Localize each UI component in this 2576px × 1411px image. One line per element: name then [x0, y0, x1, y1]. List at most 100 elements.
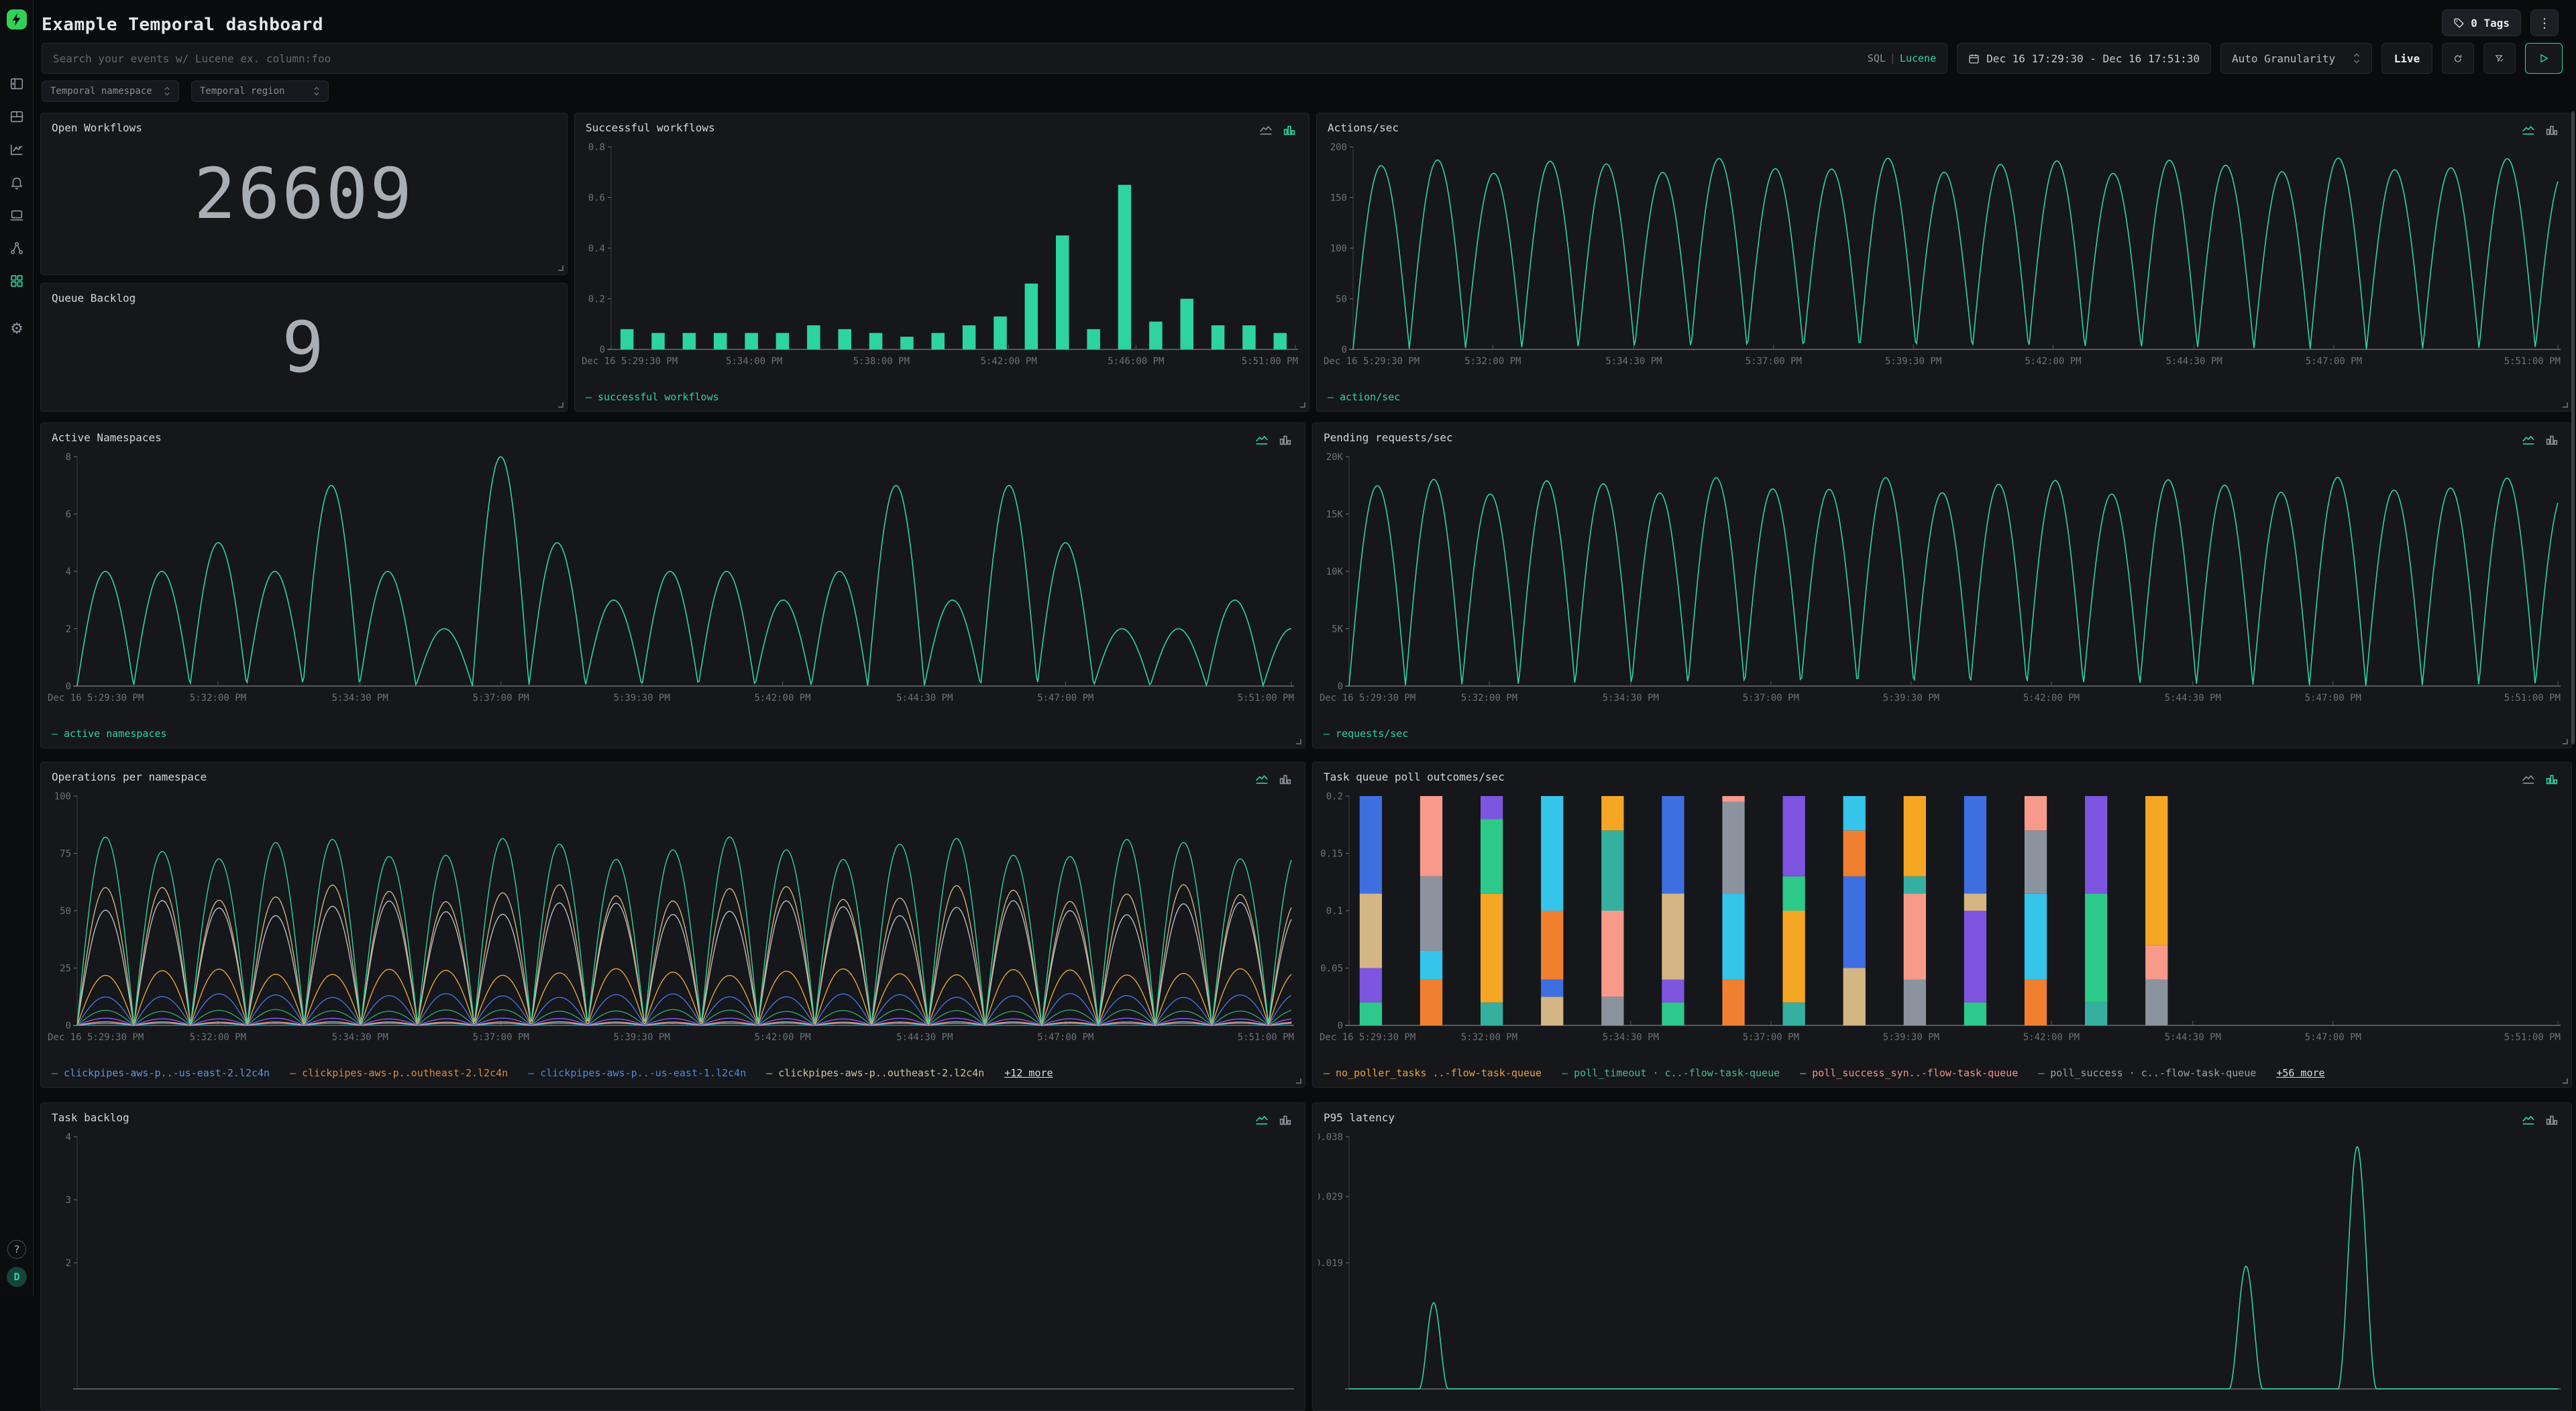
- svg-text:50: 50: [1336, 294, 1347, 305]
- resize-handle[interactable]: [1300, 402, 1305, 408]
- tags-button[interactable]: 0 Tags: [2442, 9, 2521, 36]
- bar-chart-icon[interactable]: [2544, 433, 2559, 447]
- resize-handle[interactable]: [2563, 739, 2568, 744]
- area-chart-icon[interactable]: [2521, 123, 2536, 137]
- legend-item[interactable]: —clickpipes-aws-p..outheast-2.l2c4n: [766, 1067, 984, 1079]
- area-chart-icon[interactable]: [2521, 772, 2536, 787]
- legend-item[interactable]: —clickpipes-aws-p..-us-east-1.l2c4n: [528, 1067, 746, 1079]
- more-options-button[interactable]: ⋮: [2530, 9, 2559, 36]
- svg-text:0: 0: [66, 1021, 71, 1031]
- legend-item[interactable]: —poll_timeout · c..-flow-task-queue: [1562, 1067, 1780, 1079]
- svg-text:4: 4: [66, 567, 71, 577]
- svg-text:0.15: 0.15: [1320, 849, 1343, 860]
- area-chart-icon[interactable]: [1254, 1113, 1269, 1127]
- resize-handle[interactable]: [558, 402, 564, 408]
- area-chart-icon[interactable]: [1254, 772, 1269, 787]
- svg-text:5:42:00 PM: 5:42:00 PM: [2025, 356, 2081, 367]
- date-range-picker[interactable]: Dec 16 17:29:30 - Dec 16 17:51:30: [1957, 43, 2211, 74]
- svg-text:5:37:00 PM: 5:37:00 PM: [1743, 693, 1799, 703]
- sidebar-item-data-table[interactable]: [8, 108, 25, 125]
- user-avatar[interactable]: D: [7, 1267, 27, 1287]
- granularity-select[interactable]: Auto Granularity: [2220, 43, 2372, 74]
- svg-text:5:47:00 PM: 5:47:00 PM: [2306, 356, 2362, 367]
- filter-temporal-namespace[interactable]: Temporal namespace: [42, 80, 179, 102]
- svg-text:5:32:00 PM: 5:32:00 PM: [1464, 356, 1521, 367]
- chart-type-toggle: [1254, 433, 1293, 447]
- panel-open-workflows: Open Workflows 26609: [40, 113, 568, 275]
- svg-text:Dec 16 5:29:30 PM: Dec 16 5:29:30 PM: [1320, 1032, 1415, 1043]
- resize-handle[interactable]: [1296, 1078, 1301, 1084]
- legend-item[interactable]: —poll_success · c..-flow-task-queue: [2038, 1067, 2256, 1079]
- sidebar-item-service-map[interactable]: [8, 239, 25, 257]
- legend-item[interactable]: —action/sec: [1328, 391, 1400, 403]
- svg-text:5:32:00 PM: 5:32:00 PM: [1461, 693, 1517, 703]
- sidebar-item-sessions[interactable]: [8, 207, 25, 224]
- app-logo[interactable]: [7, 9, 27, 30]
- collapse-panel-icon: [9, 76, 24, 91]
- bar-chart-icon[interactable]: [1278, 772, 1293, 787]
- svg-text:0: 0: [600, 345, 605, 355]
- panel-title: Pending requests/sec: [1324, 431, 1453, 444]
- area-chart-icon[interactable]: [1258, 123, 1273, 137]
- sidebar-item-dashboards[interactable]: [8, 272, 25, 290]
- sidebar-item-settings[interactable]: ⚙: [8, 320, 25, 337]
- svg-text:5:51:00 PM: 5:51:00 PM: [2504, 693, 2561, 703]
- legend-item[interactable]: —requests/sec: [1324, 728, 1408, 740]
- panel-pending-requests: Pending requests/sec 05K10K15K20KDec 16 …: [1312, 422, 2572, 748]
- chart-type-toggle: [1254, 772, 1293, 787]
- panel-title: P95 latency: [1324, 1111, 1395, 1124]
- run-query-button[interactable]: [2525, 43, 2563, 74]
- bar-chart-icon[interactable]: [1278, 433, 1293, 447]
- svg-text:0.1: 0.1: [1326, 906, 1343, 917]
- search-bar: SQL|Lucene: [42, 43, 1947, 74]
- legend-item[interactable]: —poll_success_syn..-flow-task-queue: [1800, 1067, 2018, 1079]
- page-scrollbar[interactable]: [2571, 111, 2575, 744]
- resize-handle[interactable]: [558, 266, 564, 271]
- bar-chart-icon[interactable]: [1282, 123, 1297, 137]
- bar-chart-icon[interactable]: [2544, 123, 2559, 137]
- panel-title: Task backlog: [52, 1111, 129, 1124]
- sidebar-item-chart-explorer[interactable]: [8, 141, 25, 158]
- resize-handle[interactable]: [1296, 739, 1301, 744]
- area-chart-icon[interactable]: [2521, 1113, 2536, 1127]
- legend-item[interactable]: —clickpipes-aws-p..outheast-2.l2c4n: [290, 1067, 508, 1079]
- bar-chart-icon[interactable]: [2544, 1113, 2559, 1127]
- search-input[interactable]: [53, 52, 1860, 65]
- svg-text:5:39:30 PM: 5:39:30 PM: [1883, 1032, 1939, 1043]
- bell-icon: [9, 175, 24, 190]
- svg-text:5:42:00 PM: 5:42:00 PM: [754, 693, 810, 703]
- svg-text:3: 3: [66, 1195, 71, 1206]
- live-button[interactable]: Live: [2381, 43, 2432, 74]
- svg-text:Dec 16 5:29:30 PM: Dec 16 5:29:30 PM: [1320, 693, 1415, 703]
- area-chart-icon[interactable]: [2521, 433, 2536, 447]
- legend-item[interactable]: —no_poller_tasks ..-flow-task-queue: [1324, 1067, 1542, 1079]
- query-mode-toggle[interactable]: SQL|Lucene: [1868, 52, 1936, 64]
- chart-legend: —action/sec: [1328, 391, 1400, 403]
- resize-handle[interactable]: [2563, 402, 2568, 408]
- chart-type-toggle: [1258, 123, 1297, 137]
- bar-chart-icon[interactable]: [2544, 772, 2559, 787]
- svg-text:8: 8: [66, 452, 71, 463]
- filter-temporal-region[interactable]: Temporal region: [191, 80, 329, 102]
- panel-active-namespaces: Active Namespaces 02468Dec 16 5:29:30 PM…: [40, 422, 1305, 748]
- svg-text:5:34:30 PM: 5:34:30 PM: [332, 1032, 388, 1043]
- help-button[interactable]: ?: [7, 1240, 26, 1259]
- legend-item[interactable]: —active namespaces: [52, 728, 167, 740]
- refresh-button[interactable]: [2442, 43, 2474, 74]
- legend-item[interactable]: —successful workflows: [586, 391, 719, 403]
- legend-more-link[interactable]: +56 more: [2276, 1067, 2324, 1079]
- pending-requests-chart: 05K10K15K20KDec 16 5:29:30 PM5:32:00 PM5…: [1318, 451, 2563, 706]
- svg-text:150: 150: [1330, 193, 1347, 204]
- svg-text:5K: 5K: [1332, 624, 1343, 635]
- legend-item[interactable]: —clickpipes-aws-p..-us-east-2.l2c4n: [52, 1067, 270, 1079]
- filter-button[interactable]: [2483, 43, 2516, 74]
- bar-chart-icon[interactable]: [1278, 1113, 1293, 1127]
- area-chart-icon[interactable]: [1254, 433, 1269, 447]
- sidebar-item-alerts[interactable]: [8, 174, 25, 191]
- sidebar-item-collapse-panel[interactable]: [8, 75, 25, 93]
- calendar-icon: [1968, 53, 1980, 64]
- kebab-icon: ⋮: [2538, 15, 2551, 31]
- svg-text:0: 0: [66, 681, 71, 692]
- legend-more-link[interactable]: +12 more: [1004, 1067, 1053, 1079]
- resize-handle[interactable]: [2563, 1078, 2568, 1084]
